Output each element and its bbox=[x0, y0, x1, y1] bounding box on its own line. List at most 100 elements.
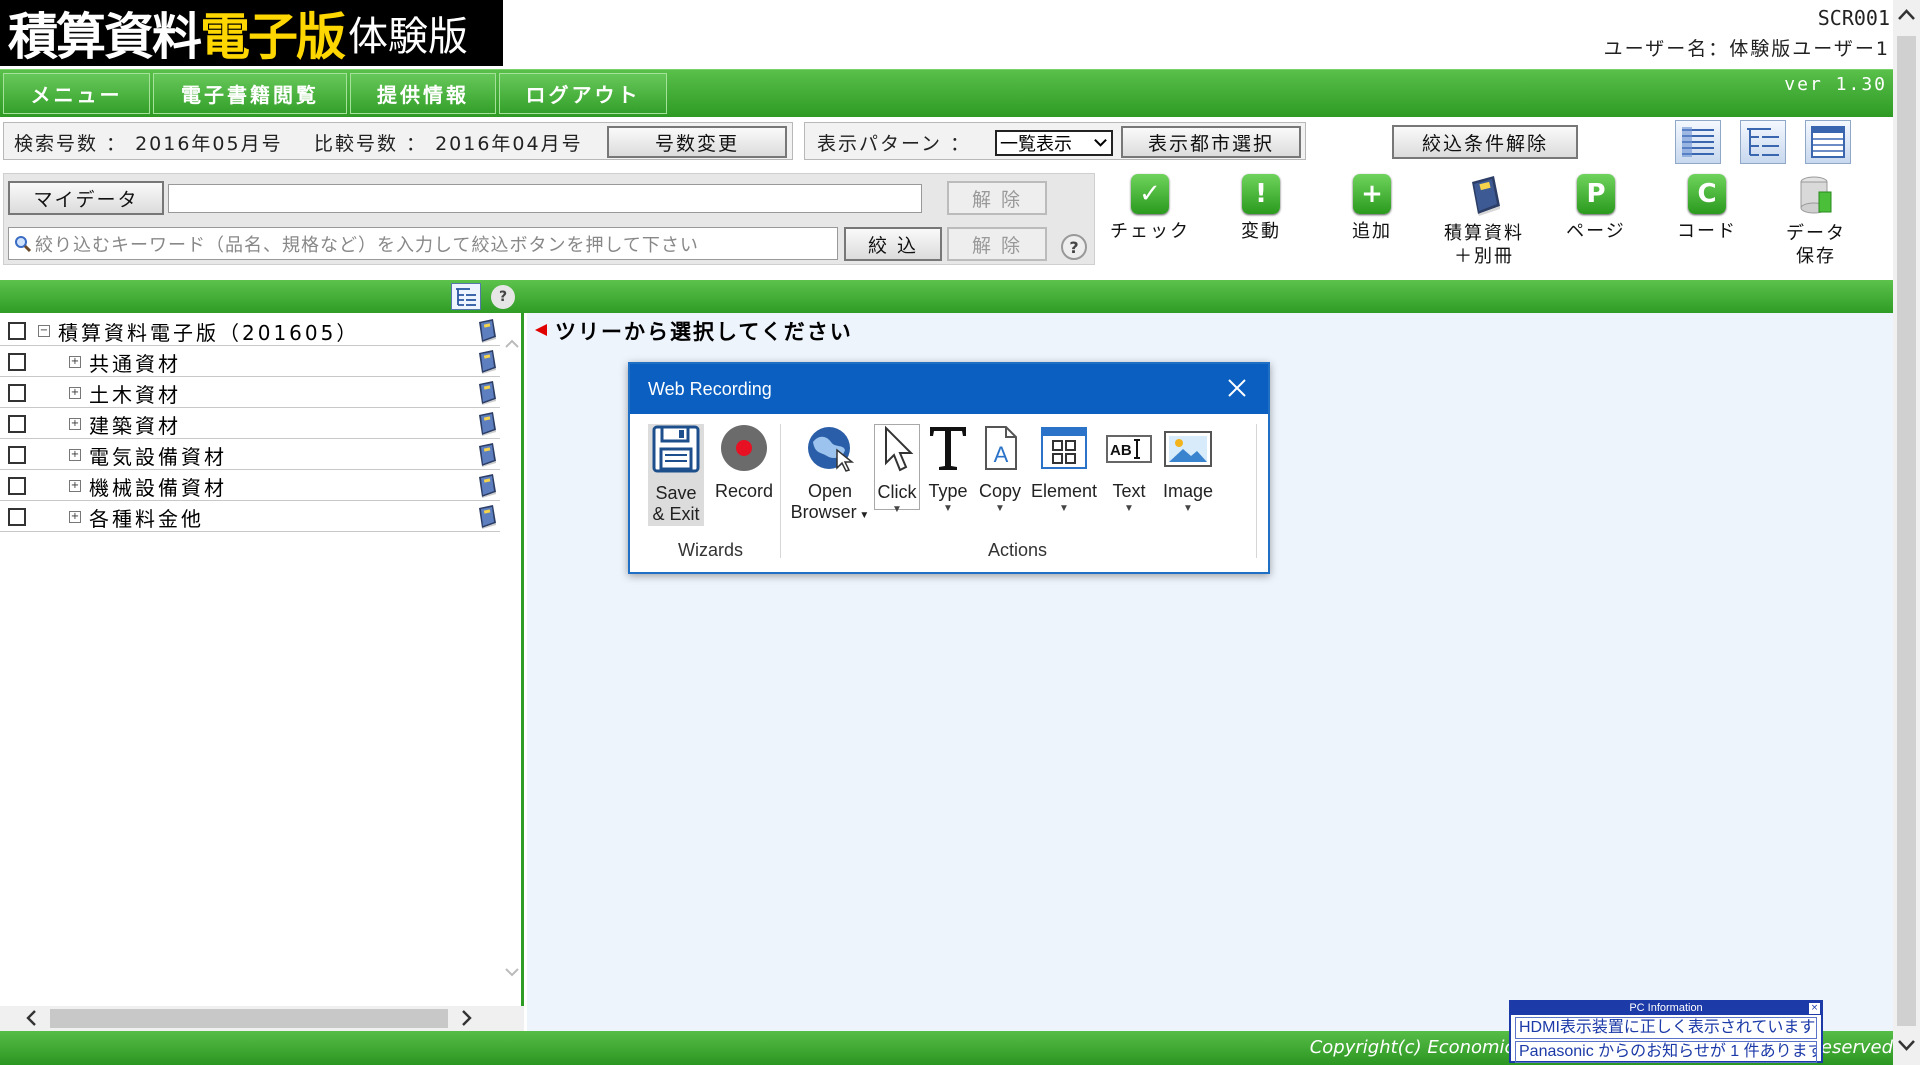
tree-toggle-icon[interactable] bbox=[451, 283, 481, 310]
pc-information-popup[interactable]: PC Information × HDMI表示装置に正しく表示されていますか P… bbox=[1509, 1000, 1823, 1063]
list-lines-icon bbox=[1682, 127, 1714, 157]
nav-logout-button[interactable]: ログアウト bbox=[499, 73, 667, 114]
book-icon[interactable] bbox=[476, 504, 498, 529]
book-supplement-action[interactable]: 積算資料 ＋別冊 bbox=[1434, 174, 1534, 268]
expand-icon[interactable]: + bbox=[69, 356, 81, 368]
tree-item-checkbox[interactable] bbox=[8, 353, 26, 371]
display-pattern-select[interactable]: 一覧表示 bbox=[995, 130, 1113, 156]
tree-item-label[interactable]: 土木資材 bbox=[89, 379, 181, 408]
mydata-input[interactable] bbox=[168, 184, 922, 213]
scroll-thumb[interactable] bbox=[1897, 36, 1916, 1026]
change-action[interactable]: ! 変動 bbox=[1211, 174, 1311, 243]
pc-info-message[interactable]: HDMI表示装置に正しく表示されていますか bbox=[1515, 1017, 1817, 1039]
chevron-left-icon[interactable] bbox=[22, 1008, 42, 1028]
select-from-tree-prompt: ツリーから選択してください bbox=[535, 316, 853, 346]
mydata-clear-button[interactable]: 解 除 bbox=[947, 181, 1047, 215]
tree-item-checkbox[interactable] bbox=[8, 446, 26, 464]
save-exit-button[interactable]: Save & Exit bbox=[648, 424, 704, 526]
tree-item-row[interactable]: + 建築資材 bbox=[0, 408, 500, 439]
record-button[interactable]: Record bbox=[712, 424, 776, 502]
close-icon[interactable] bbox=[1226, 377, 1248, 399]
record-label: Record bbox=[714, 481, 774, 501]
tree-item-row[interactable]: + 各種料金他 bbox=[0, 501, 500, 532]
data-save-action[interactable]: データ 保存 bbox=[1766, 174, 1866, 268]
user-name-label: ユーザー名：体験版ユーザー1 bbox=[1603, 38, 1890, 60]
close-icon[interactable]: × bbox=[1809, 1003, 1820, 1014]
tree-structure-icon bbox=[1747, 128, 1779, 156]
text-button[interactable]: AB Text ▼ bbox=[1104, 424, 1154, 514]
tree-root-label[interactable]: 積算資料電子版（201605） bbox=[58, 317, 359, 346]
nav-menu-button[interactable]: メニュー bbox=[3, 73, 150, 114]
open-browser-button[interactable]: Open Browser ▼ bbox=[788, 424, 872, 526]
change-issue-button[interactable]: 号数変更 bbox=[607, 126, 787, 158]
version-label: ver 1.30 bbox=[1784, 74, 1887, 95]
type-t-icon bbox=[930, 427, 966, 470]
chevron-right-icon[interactable] bbox=[456, 1008, 476, 1028]
book-icon[interactable] bbox=[476, 473, 498, 498]
search-icon bbox=[15, 236, 32, 253]
chevron-up-icon[interactable] bbox=[503, 335, 521, 353]
element-button[interactable]: Element ▼ bbox=[1030, 424, 1098, 514]
book-icon[interactable] bbox=[476, 442, 498, 467]
tree-item-label[interactable]: 電気設備資材 bbox=[89, 441, 227, 470]
tree-root-row[interactable]: − 積算資料電子版（201605） bbox=[0, 315, 500, 346]
expand-icon[interactable]: + bbox=[69, 480, 81, 492]
expand-icon[interactable]: + bbox=[69, 511, 81, 523]
tree-help-icon[interactable]: ? bbox=[491, 285, 515, 309]
check-action[interactable]: ✓ チェック bbox=[1100, 174, 1200, 243]
tree-root-checkbox[interactable] bbox=[8, 322, 26, 340]
tree-item-label[interactable]: 各種料金他 bbox=[89, 503, 204, 532]
tree-horizontal-scrollbar[interactable] bbox=[0, 1006, 524, 1031]
tree-item-row[interactable]: + 共通資材 bbox=[0, 346, 500, 377]
text-field-icon: AB bbox=[1106, 435, 1152, 463]
tree-item-label[interactable]: 機械設備資材 bbox=[89, 472, 227, 501]
add-action[interactable]: + 追加 bbox=[1322, 174, 1422, 243]
nav-ebook-button[interactable]: 電子書籍閲覧 bbox=[153, 73, 347, 114]
tree-item-checkbox[interactable] bbox=[8, 508, 26, 526]
tree-item-row[interactable]: + 電気設備資材 bbox=[0, 439, 500, 470]
mydata-button[interactable]: マイデータ bbox=[8, 181, 164, 215]
plus-icon: + bbox=[1353, 174, 1391, 214]
expand-icon[interactable]: + bbox=[69, 418, 81, 430]
city-select-button[interactable]: 表示都市選択 bbox=[1121, 126, 1301, 158]
pc-info-message[interactable]: Panasonic からのお知らせが 1 件あります bbox=[1515, 1041, 1817, 1063]
tree-item-row[interactable]: + 土木資材 bbox=[0, 377, 500, 408]
filter-panel: マイデータ 解 除 絞り込むキーワード（品名、規格など）を入力して絞込ボタンを押… bbox=[3, 173, 1095, 265]
copy-button[interactable]: A Copy ▼ bbox=[976, 424, 1024, 514]
code-action[interactable]: C コード bbox=[1657, 174, 1757, 243]
filter-button[interactable]: 絞 込 bbox=[844, 227, 942, 261]
tree-item-checkbox[interactable] bbox=[8, 384, 26, 402]
keyword-clear-button[interactable]: 解 除 bbox=[947, 227, 1047, 261]
collapse-icon[interactable]: − bbox=[38, 325, 50, 337]
tree-item-row[interactable]: + 機械設備資材 bbox=[0, 470, 500, 501]
tree-item-checkbox[interactable] bbox=[8, 415, 26, 433]
book-icon[interactable] bbox=[476, 318, 498, 343]
dialog-title-bar[interactable]: Web Recording bbox=[630, 364, 1268, 414]
expand-icon[interactable]: + bbox=[69, 387, 81, 399]
image-button[interactable]: Image ▼ bbox=[1160, 424, 1216, 514]
chevron-down-icon[interactable] bbox=[503, 963, 521, 981]
expand-icon[interactable]: + bbox=[69, 449, 81, 461]
book-icon[interactable] bbox=[476, 380, 498, 405]
nav-info-button[interactable]: 提供情報 bbox=[350, 73, 496, 114]
list-view-icon[interactable] bbox=[1675, 120, 1721, 164]
chevron-down-icon[interactable] bbox=[1893, 1030, 1920, 1060]
chevron-up-icon[interactable] bbox=[1893, 0, 1920, 30]
clear-filter-button[interactable]: 絞込条件解除 bbox=[1392, 125, 1578, 159]
book-icon[interactable] bbox=[476, 411, 498, 436]
tree-item-label[interactable]: 建築資材 bbox=[89, 410, 181, 439]
help-icon[interactable]: ? bbox=[1061, 234, 1087, 260]
tree-item-checkbox[interactable] bbox=[8, 477, 26, 495]
page-action[interactable]: P ページ bbox=[1546, 174, 1646, 243]
tree-item-label[interactable]: 共通資材 bbox=[89, 348, 181, 377]
page-vertical-scrollbar[interactable] bbox=[1893, 0, 1920, 1065]
book-icon[interactable] bbox=[476, 349, 498, 374]
scroll-thumb[interactable] bbox=[50, 1009, 448, 1028]
type-button[interactable]: Type ▼ bbox=[926, 424, 970, 514]
svg-text:AB: AB bbox=[1110, 442, 1132, 459]
click-button[interactable]: Click ▼ bbox=[874, 424, 920, 515]
table-view-icon[interactable] bbox=[1805, 120, 1851, 164]
keyword-search-input[interactable]: 絞り込むキーワード（品名、規格など）を入力して絞込ボタンを押して下さい bbox=[8, 227, 838, 260]
screen-id: SCR001 bbox=[1817, 6, 1890, 30]
tree-view-icon[interactable] bbox=[1740, 120, 1786, 164]
